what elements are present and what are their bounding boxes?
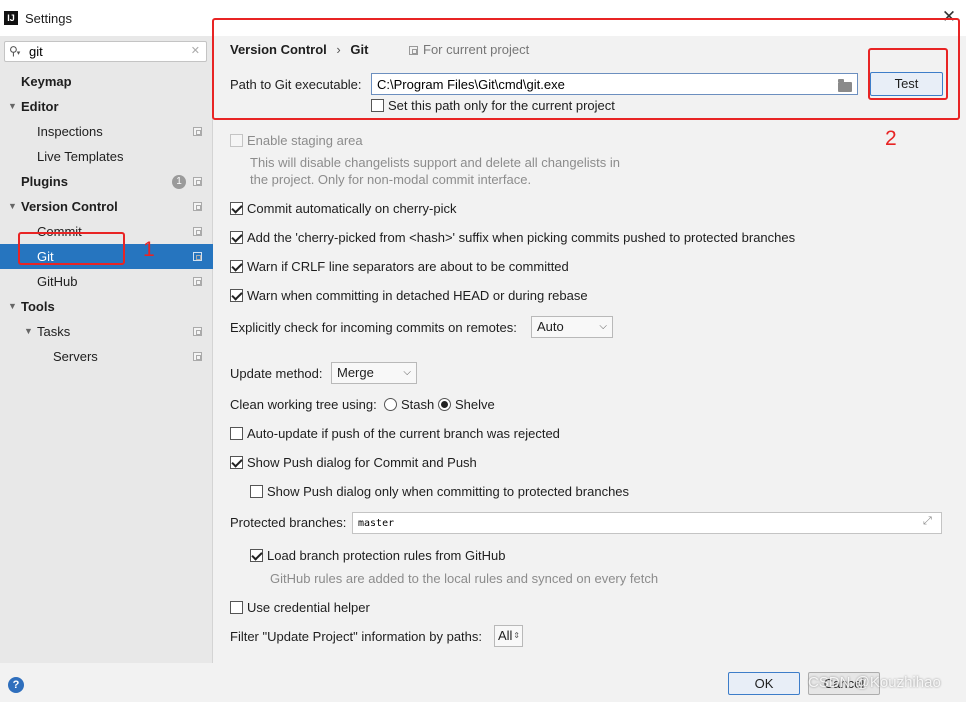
breadcrumb-parent[interactable]: Version Control bbox=[230, 42, 327, 57]
project-scope-icon bbox=[409, 46, 418, 55]
filter-update-dropdown[interactable]: All ⇕ bbox=[494, 625, 523, 647]
project-scope-icon bbox=[193, 277, 202, 286]
git-path-input[interactable] bbox=[372, 74, 857, 94]
clean-tree-stash-label: Stash bbox=[401, 397, 435, 412]
project-scope-icon bbox=[193, 177, 202, 186]
plugins-update-badge: 1 bbox=[172, 175, 186, 189]
project-scope-icon bbox=[193, 327, 202, 336]
chevron-down-icon: ⌵ bbox=[403, 367, 411, 378]
show-push-dialog-checkbox[interactable] bbox=[230, 456, 243, 469]
git-path-field[interactable] bbox=[371, 73, 858, 95]
sidebar-item-commit[interactable]: Commit bbox=[0, 219, 213, 244]
chevron-down-icon: ⌵ bbox=[599, 321, 607, 332]
load-protection-rules-hint: GitHub rules are added to the local rule… bbox=[270, 571, 659, 586]
project-scope-icon bbox=[193, 202, 202, 211]
sidebar-item-tasks[interactable]: ▼ Tasks bbox=[0, 319, 213, 344]
commit-cherry-pick-label: Commit automatically on cherry-pick bbox=[247, 201, 457, 216]
title-bar: IJ Settings ✕ bbox=[0, 0, 966, 36]
staging-area-checkbox[interactable] bbox=[230, 134, 243, 147]
warn-detached-head-checkbox[interactable] bbox=[230, 289, 243, 302]
update-method-dropdown[interactable]: Merge ⌵ bbox=[331, 362, 417, 384]
clean-tree-stash-radio[interactable] bbox=[384, 398, 397, 411]
project-only-path-label: Set this path only for the current proje… bbox=[388, 98, 615, 113]
staging-area-hint-line-1: This will disable changelists support an… bbox=[250, 155, 620, 170]
cancel-button[interactable]: Cancel bbox=[808, 672, 880, 695]
staging-area-hint-line-2: the project. Only for non-modal commit i… bbox=[250, 172, 532, 187]
sidebar-item-version-control[interactable]: ▼ Version Control bbox=[0, 194, 213, 219]
ok-button[interactable]: OK bbox=[728, 672, 800, 695]
filter-update-label: Filter "Update Project" information by p… bbox=[230, 629, 483, 644]
sidebar-item-github[interactable]: GitHub bbox=[0, 269, 213, 294]
clear-search-icon[interactable]: ✕ bbox=[191, 44, 200, 57]
browse-folder-icon[interactable] bbox=[838, 79, 852, 92]
settings-search-input[interactable] bbox=[29, 43, 189, 60]
project-scope-icon bbox=[193, 227, 202, 236]
updown-arrow-icon: ⇕ bbox=[513, 631, 520, 640]
project-scope-icon bbox=[193, 252, 202, 261]
show-push-dialog-label: Show Push dialog for Commit and Push bbox=[247, 455, 477, 470]
breadcrumb: Version Control › Git bbox=[230, 42, 368, 57]
expand-field-icon[interactable]: ⤢ bbox=[923, 515, 932, 528]
protected-branches-input[interactable] bbox=[353, 513, 941, 533]
warn-detached-head-label: Warn when committing in detached HEAD or… bbox=[247, 288, 588, 303]
commit-cherry-pick-checkbox[interactable] bbox=[230, 202, 243, 215]
protected-branches-label: Protected branches: bbox=[230, 515, 347, 530]
sidebar-item-keymap[interactable]: Keymap bbox=[0, 69, 213, 94]
sidebar-item-plugins[interactable]: Plugins 1 bbox=[0, 169, 213, 194]
expand-arrow-icon[interactable]: ▼ bbox=[8, 194, 17, 219]
incoming-commits-dropdown[interactable]: Auto ⌵ bbox=[531, 316, 613, 338]
credential-helper-label: Use credential helper bbox=[247, 600, 370, 615]
settings-search-box[interactable]: ⚲ ✕ bbox=[4, 41, 207, 62]
search-icon: ⚲ bbox=[9, 44, 20, 58]
test-button[interactable]: Test bbox=[870, 72, 943, 96]
project-scope-icon bbox=[193, 352, 202, 361]
settings-sidebar: ⚲ ✕ Keymap ▼ Editor Inspections Live Tem… bbox=[0, 36, 213, 663]
app-logo-icon: IJ bbox=[4, 11, 18, 25]
update-method-label: Update method: bbox=[230, 366, 323, 381]
sidebar-item-tools[interactable]: ▼ Tools bbox=[0, 294, 213, 319]
warn-crlf-label: Warn if CRLF line separators are about t… bbox=[247, 259, 569, 274]
expand-arrow-icon[interactable]: ▼ bbox=[24, 319, 33, 344]
cherry-picked-suffix-label: Add the 'cherry-picked from <hash>' suff… bbox=[247, 230, 796, 245]
credential-helper-checkbox[interactable] bbox=[230, 601, 243, 614]
expand-arrow-icon[interactable]: ▼ bbox=[8, 94, 17, 119]
project-only-path-checkbox[interactable] bbox=[371, 99, 384, 112]
auto-update-checkbox[interactable] bbox=[230, 427, 243, 440]
incoming-commits-label: Explicitly check for incoming commits on… bbox=[230, 320, 517, 335]
clean-tree-label: Clean working tree using: bbox=[230, 397, 377, 412]
auto-update-label: Auto-update if push of the current branc… bbox=[247, 426, 560, 441]
cherry-picked-suffix-checkbox[interactable] bbox=[230, 231, 243, 244]
clean-tree-shelve-label: Shelve bbox=[455, 397, 495, 412]
sidebar-item-editor[interactable]: ▼ Editor bbox=[0, 94, 213, 119]
breadcrumb-separator: › bbox=[336, 42, 341, 57]
annotation-number-2: 2 bbox=[885, 127, 897, 150]
sidebar-item-live-templates[interactable]: Live Templates bbox=[0, 144, 213, 169]
warn-crlf-checkbox[interactable] bbox=[230, 260, 243, 273]
window-title: Settings bbox=[25, 11, 72, 26]
annotation-number-1: 1 bbox=[143, 238, 155, 261]
sidebar-item-servers[interactable]: Servers bbox=[0, 344, 213, 369]
clean-tree-shelve-radio[interactable] bbox=[438, 398, 451, 411]
expand-arrow-icon[interactable]: ▼ bbox=[8, 294, 17, 319]
git-path-label: Path to Git executable: bbox=[230, 77, 362, 92]
load-protection-rules-label: Load branch protection rules from GitHub bbox=[267, 548, 506, 563]
protected-branches-field[interactable] bbox=[352, 512, 942, 534]
sidebar-item-inspections[interactable]: Inspections bbox=[0, 119, 213, 144]
close-icon[interactable]: ✕ bbox=[940, 8, 958, 26]
load-protection-rules-checkbox[interactable] bbox=[250, 549, 263, 562]
project-scope-icon bbox=[193, 127, 202, 136]
show-push-protected-label: Show Push dialog only when committing to… bbox=[267, 484, 630, 499]
staging-area-label: Enable staging area bbox=[247, 133, 363, 148]
sidebar-item-git[interactable]: Git bbox=[0, 244, 213, 269]
help-icon[interactable]: ? bbox=[8, 677, 24, 693]
breadcrumb-current: Git bbox=[350, 42, 369, 57]
git-settings-panel: Version Control › Git For current projec… bbox=[214, 36, 966, 663]
show-push-protected-checkbox[interactable] bbox=[250, 485, 263, 498]
scope-indicator: For current project bbox=[409, 42, 529, 57]
